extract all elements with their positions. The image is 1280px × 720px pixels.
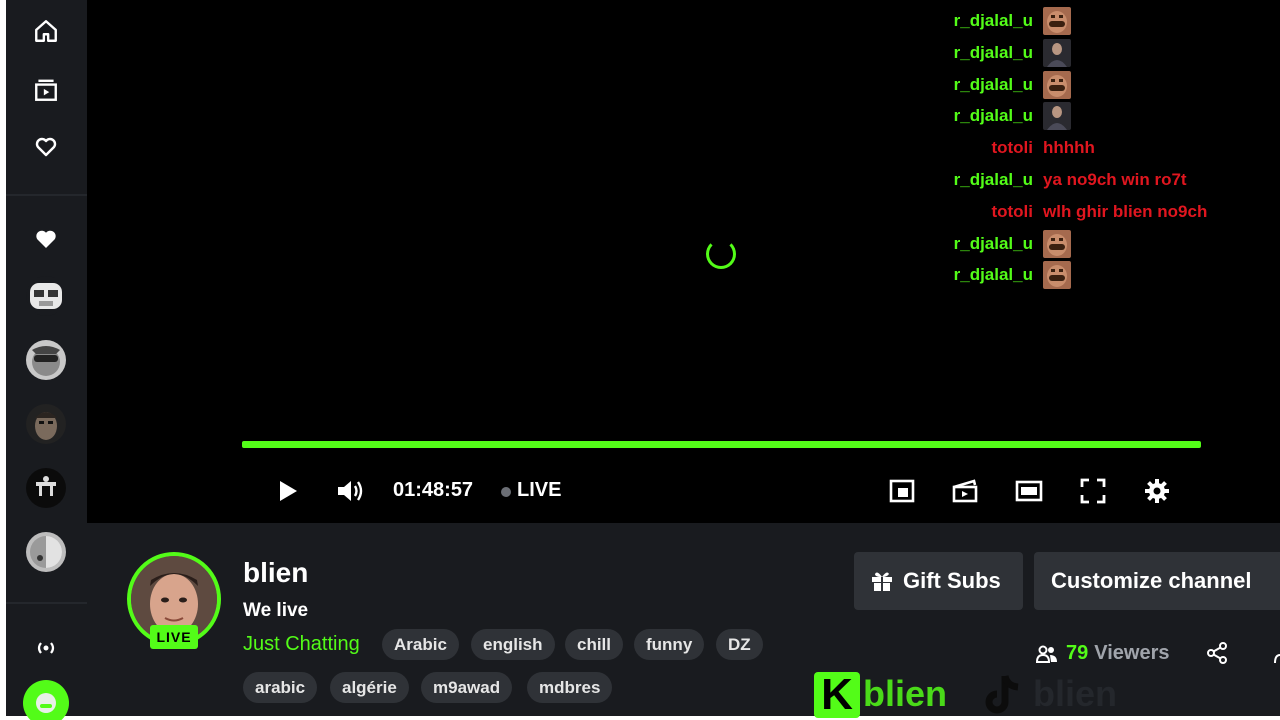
chat-message: r_djalal_u ya no9ch win ro7t: [87, 165, 1280, 195]
tag-chip[interactable]: chill: [565, 629, 624, 660]
tag-chip[interactable]: english: [471, 629, 555, 660]
channel-avatar-1[interactable]: [26, 276, 66, 316]
man-emote: [1043, 38, 1071, 67]
customize-channel-label: Customize channel: [1051, 568, 1252, 593]
loading-spinner: [706, 239, 736, 269]
user-avatar[interactable]: [23, 680, 69, 720]
followed-channels-button[interactable]: [26, 219, 66, 259]
chat-message: r_djalal_u: [87, 38, 1280, 68]
play-button[interactable]: [273, 472, 303, 510]
face-emote: [1043, 261, 1071, 290]
chat-message: totoli hhhhh: [87, 133, 1280, 163]
chat-username[interactable]: r_djalal_u: [954, 106, 1033, 126]
share-button[interactable]: [1206, 642, 1230, 666]
more-button[interactable]: [1273, 643, 1280, 665]
viewer-count-number: 79: [1066, 642, 1089, 664]
tag-chip[interactable]: mdbres: [527, 672, 613, 703]
chat-username[interactable]: r_djalal_u: [954, 234, 1033, 254]
clip-icon: [952, 479, 978, 503]
live-badge: LIVE: [150, 625, 198, 649]
face-emote: [1043, 229, 1071, 258]
stream-category[interactable]: Just Chatting: [243, 633, 360, 656]
tag-chip[interactable]: arabic: [243, 672, 318, 703]
channel-name[interactable]: blien: [243, 557, 308, 589]
playback-time: 01:48:57: [393, 479, 474, 501]
chat-message: r_djalal_u: [87, 6, 1280, 36]
channel-avatar-2[interactable]: [26, 340, 66, 380]
live-indicator[interactable]: LIVE: [517, 479, 561, 502]
tag-chip[interactable]: DZ: [716, 629, 763, 660]
more-icon: [1274, 654, 1280, 664]
face-emote: [1043, 70, 1071, 99]
chat-username[interactable]: r_djalal_u: [954, 265, 1033, 285]
theater-icon: [1015, 480, 1043, 502]
tiktok-icon: [985, 675, 1019, 714]
chat-username[interactable]: r_djalal_u: [954, 11, 1033, 31]
chat-username[interactable]: r_djalal_u: [954, 170, 1033, 190]
tag-chip[interactable]: Arabic: [382, 629, 459, 660]
chat-message: r_djalal_u: [87, 260, 1280, 290]
channel-avatar-3[interactable]: [26, 404, 66, 444]
channel-avatar-4[interactable]: [26, 468, 66, 508]
sidebar: [6, 0, 87, 720]
heart-filled-icon: [36, 230, 56, 248]
watermark-kick-text: blien: [863, 673, 948, 714]
customize-channel-button[interactable]: Customize channel: [1034, 552, 1280, 610]
watermark-tiktok-text: blien: [1033, 673, 1118, 714]
heart-outline-icon: [35, 137, 57, 157]
play-icon: [280, 481, 297, 501]
live-indicator-dot: [501, 487, 511, 497]
channel-info: LIVE blien We live Just Chatting Arabic …: [87, 523, 1280, 718]
viewer-count: 79 Viewers: [1036, 642, 1170, 665]
chat-message-text: hhhhh: [1043, 138, 1095, 158]
following-icon: [35, 79, 57, 101]
broadcast-icon: [37, 642, 55, 654]
stream-title: We live: [243, 600, 309, 621]
face-emote: [1043, 7, 1071, 35]
kick-logo: K: [814, 672, 860, 718]
fullscreen-button[interactable]: [1078, 472, 1108, 510]
fullscreen-icon: [1080, 478, 1106, 504]
clip-button[interactable]: [950, 472, 980, 510]
miniplayer-icon: [889, 479, 915, 503]
settings-button[interactable]: [1142, 472, 1172, 510]
volume-icon: [338, 481, 363, 501]
tag-chip[interactable]: algérie: [330, 672, 409, 703]
gift-subs-button[interactable]: Gift Subs: [854, 552, 1023, 610]
users-icon: [1036, 645, 1057, 663]
theater-mode-button[interactable]: [1014, 472, 1044, 510]
chat-username[interactable]: totoli: [991, 202, 1033, 222]
following-button[interactable]: [26, 70, 66, 110]
gift-subs-label: Gift Subs: [903, 568, 1001, 593]
sidebar-divider-2: [6, 602, 87, 604]
share-icon: [1207, 642, 1227, 664]
sidebar-divider: [6, 194, 87, 196]
live-channels-button[interactable]: [26, 628, 66, 668]
chat-message-text: wlh ghir blien no9ch: [1043, 201, 1208, 221]
chat-username[interactable]: r_djalal_u: [954, 75, 1033, 95]
chat-username[interactable]: totoli: [991, 138, 1033, 158]
gift-icon: [872, 572, 892, 591]
home-icon: [35, 20, 57, 42]
volume-button[interactable]: [335, 472, 365, 510]
man-emote: [1043, 102, 1071, 131]
chat-message: r_djalal_u: [87, 101, 1280, 131]
tag-chip[interactable]: funny: [634, 629, 705, 660]
viewer-count-label: Viewers: [1094, 642, 1170, 664]
chat-message-text: ya no9ch win ro7t: [1043, 170, 1187, 189]
chat-message: r_djalal_u: [87, 229, 1280, 259]
chat-username[interactable]: r_djalal_u: [954, 43, 1033, 63]
home-button[interactable]: [26, 11, 66, 51]
miniplayer-button[interactable]: [887, 472, 917, 510]
chat-message: r_djalal_u: [87, 70, 1280, 100]
gear-icon: [1145, 479, 1169, 503]
chat-message: totoli wlh ghir blien no9ch: [87, 197, 1280, 227]
video-player[interactable]: r_djalal_u r_djalal_u r_djalal_u r_djalal_u…: [87, 0, 1280, 523]
favorites-button[interactable]: [26, 127, 66, 167]
channel-avatar-5[interactable]: [26, 532, 66, 572]
progress-bar[interactable]: [242, 441, 1201, 448]
tag-chip[interactable]: m9awad: [421, 672, 513, 703]
